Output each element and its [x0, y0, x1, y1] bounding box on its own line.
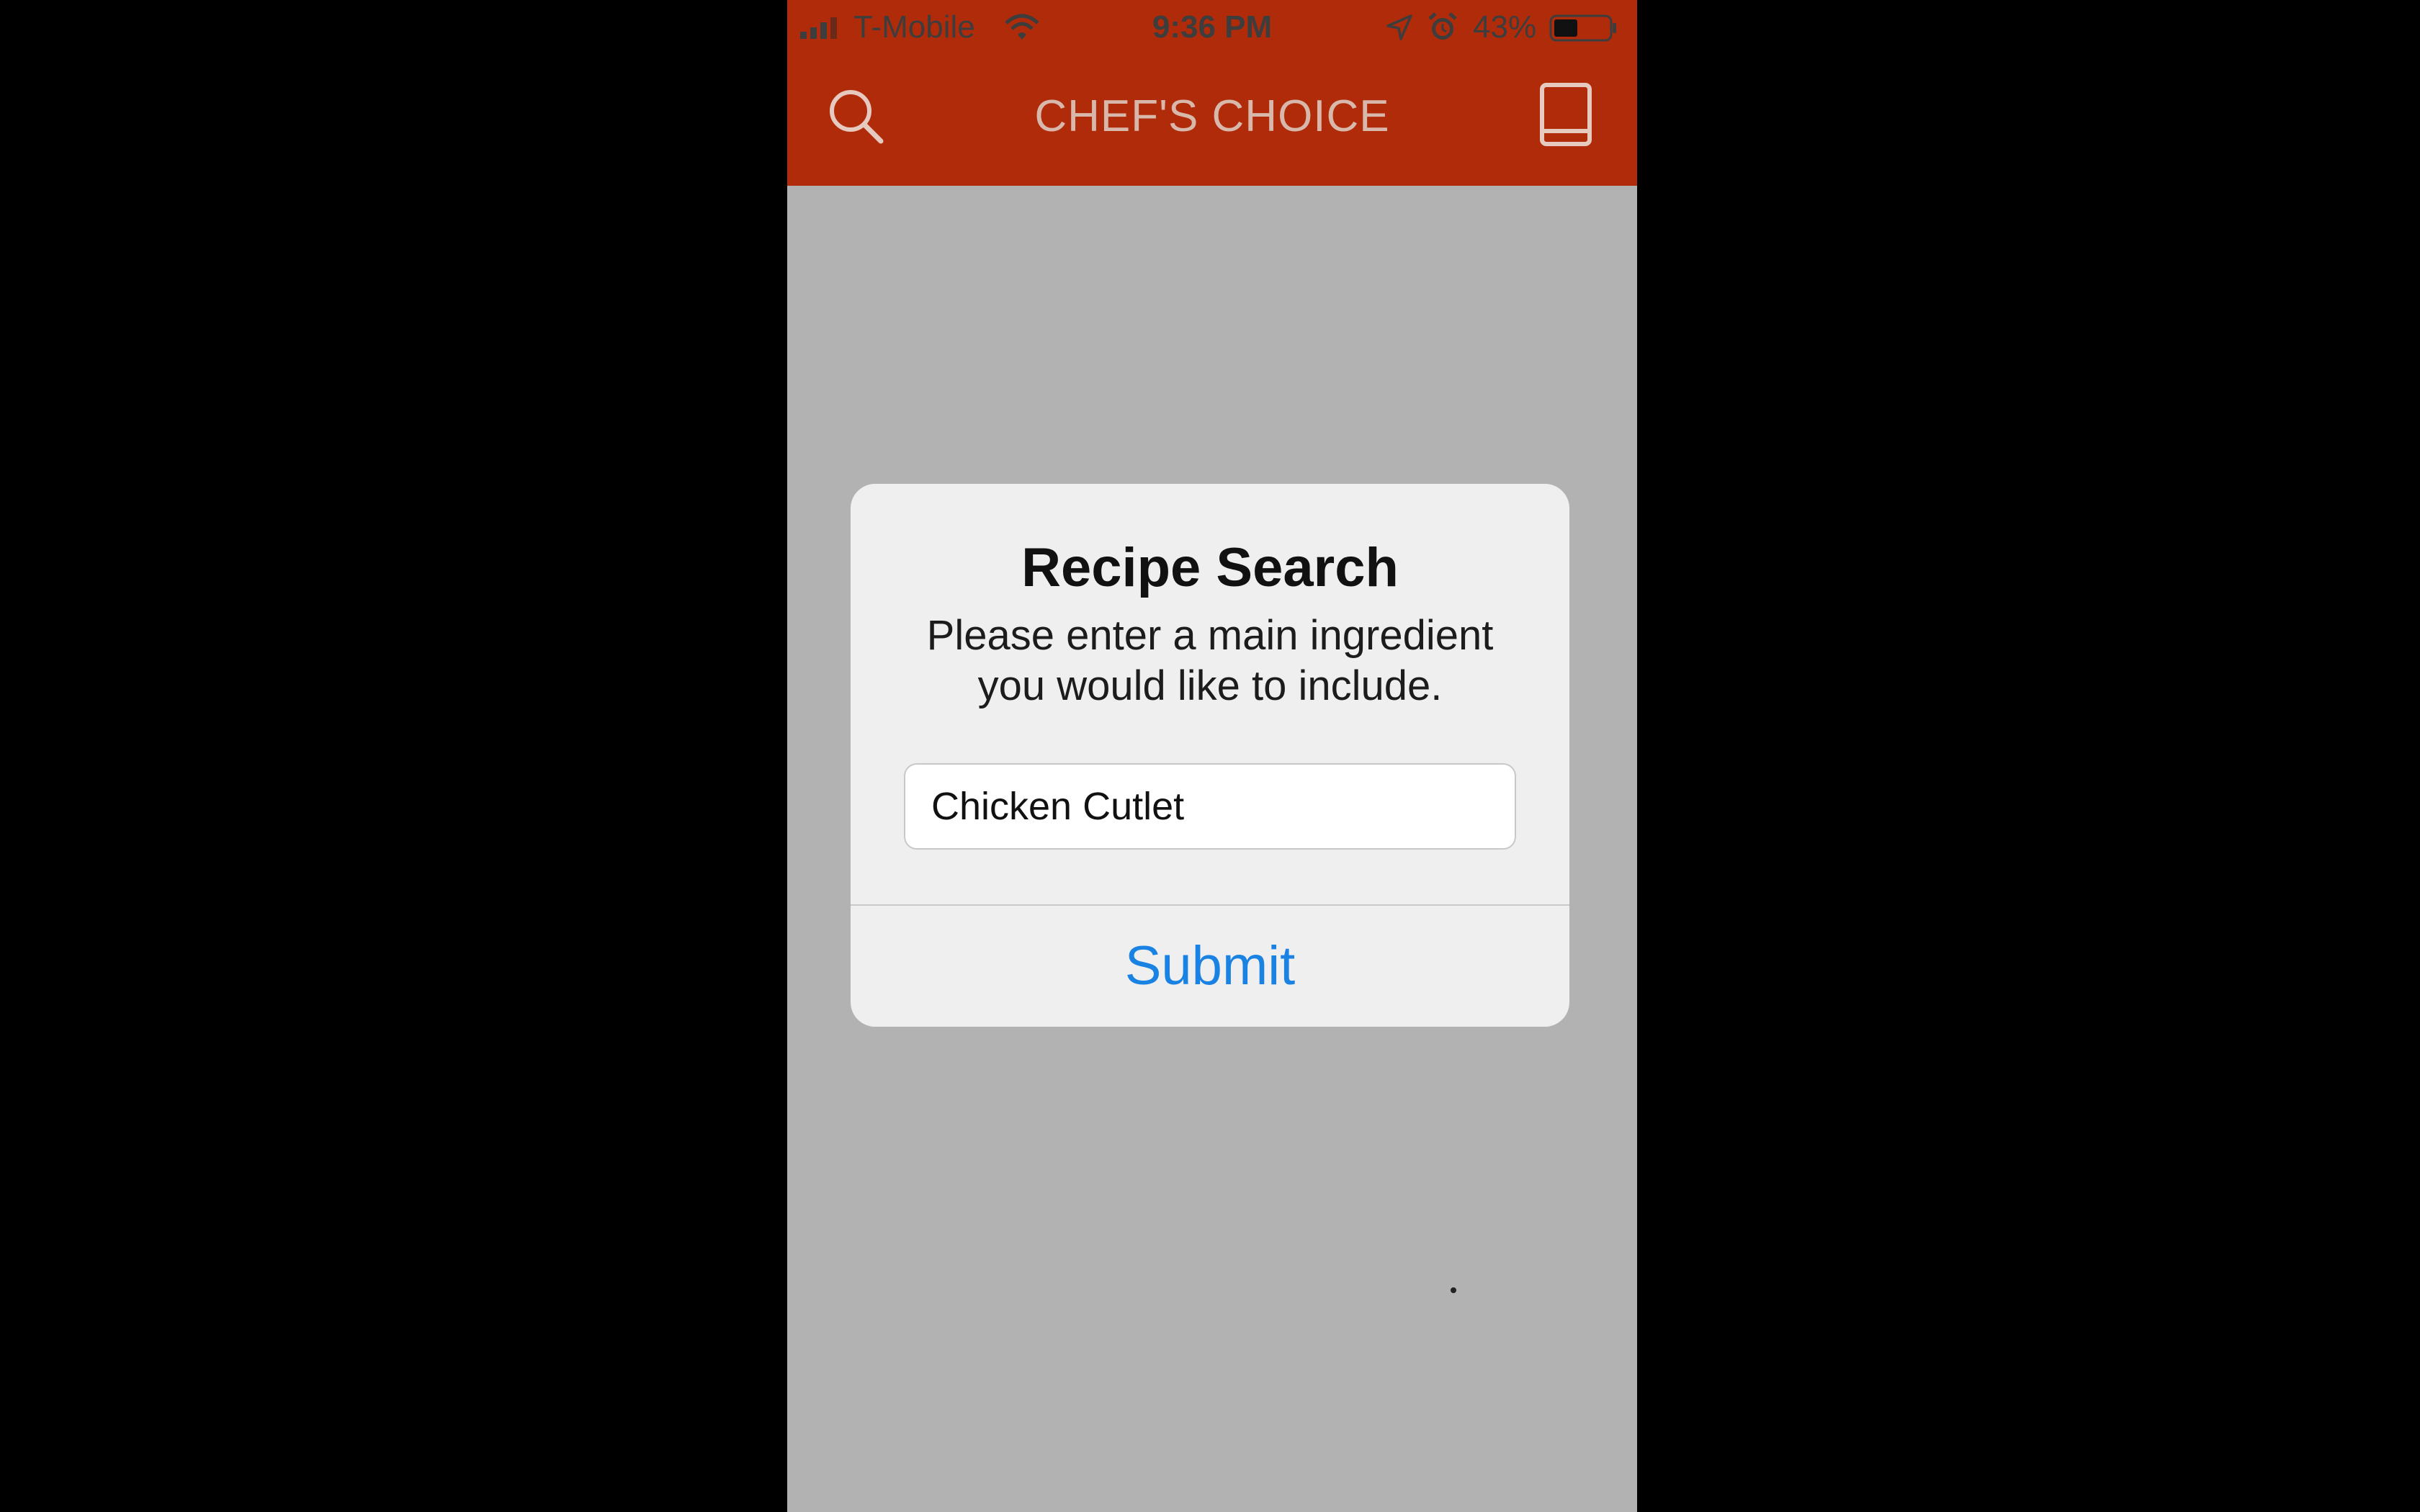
submit-button[interactable]: Submit	[851, 906, 1569, 1027]
status-bar: T-Mobile 9:36 PM 43%	[787, 0, 1637, 56]
dialog-message: Please enter a main ingredient you would…	[926, 612, 1494, 709]
battery-percent: 43%	[1473, 9, 1537, 45]
recipe-search-dialog: Recipe Search Please enter a main ingred…	[851, 484, 1569, 1027]
battery-icon	[1549, 14, 1616, 42]
navigation-bar: CHEF'S CHOICE	[787, 56, 1637, 186]
alarm-clock-icon	[1428, 12, 1457, 40]
book-icon[interactable]	[1536, 82, 1597, 148]
phone-screen: T-Mobile 9:36 PM 43% CHEF'S CHOICE Recip…	[787, 0, 1637, 1512]
location-arrow-icon	[1386, 14, 1412, 40]
app-title: CHEF'S CHOICE	[1034, 91, 1390, 141]
ingredient-input[interactable]	[904, 763, 1516, 850]
screen-speck	[1451, 1287, 1456, 1293]
dialog-title: Recipe Search	[1021, 537, 1399, 598]
